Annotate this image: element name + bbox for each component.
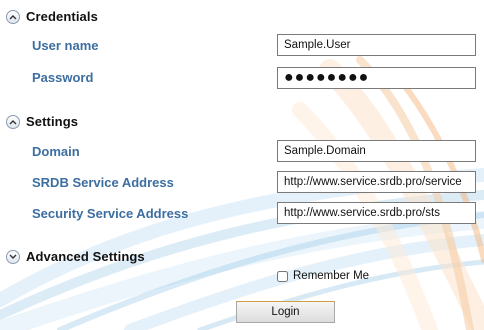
username-input[interactable] [277, 34, 476, 56]
password-label: Password [32, 70, 94, 85]
credentials-section-header[interactable]: Credentials [6, 9, 98, 24]
chevron-up-icon[interactable] [6, 114, 20, 129]
security-service-address-input[interactable] [277, 202, 476, 224]
settings-section-header[interactable]: Settings [6, 114, 78, 129]
credentials-title: Credentials [26, 9, 98, 24]
srdb-service-address-label: SRDB Service Address [32, 175, 174, 190]
domain-label: Domain [32, 144, 80, 159]
login-button[interactable]: Login [236, 301, 335, 323]
remember-me-option[interactable]: Remember Me [277, 270, 369, 282]
domain-input[interactable] [277, 140, 476, 162]
username-label: User name [32, 38, 99, 53]
remember-me-checkbox[interactable] [277, 270, 288, 282]
password-input[interactable] [277, 67, 476, 89]
advanced-settings-title: Advanced Settings [26, 249, 145, 264]
settings-title: Settings [26, 114, 79, 129]
srdb-service-address-input[interactable] [277, 171, 476, 193]
chevron-up-icon[interactable] [6, 9, 20, 24]
remember-me-label: Remember Me [293, 270, 370, 282]
advanced-settings-section-header[interactable]: Advanced Settings [6, 249, 145, 264]
chevron-down-icon[interactable] [6, 249, 20, 264]
security-service-address-label: Security Service Address [32, 206, 189, 221]
